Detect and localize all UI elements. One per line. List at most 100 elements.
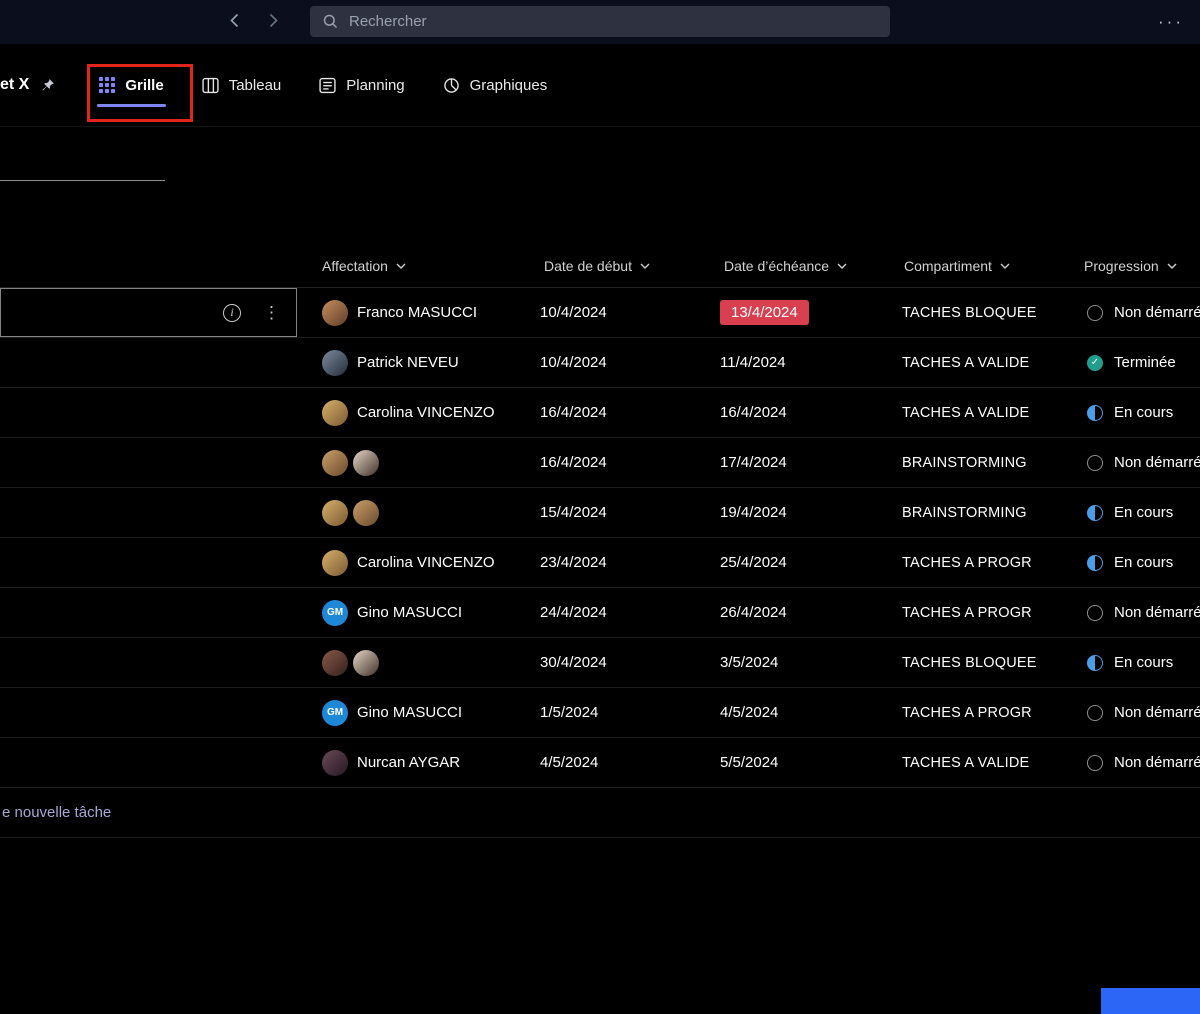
- task-name-cell[interactable]: i ⋮: [0, 338, 318, 387]
- task-name-cell[interactable]: i ⋮: [0, 588, 318, 637]
- progress-label: Non démarrée: [1114, 754, 1200, 771]
- bucket-cell[interactable]: TACHES BLOQUEE: [900, 655, 1080, 671]
- nav-buttons: [226, 0, 282, 44]
- start-date-cell[interactable]: 24/4/2024: [540, 604, 720, 621]
- due-date-cell[interactable]: 19/4/2024: [720, 504, 900, 521]
- back-button[interactable]: [226, 9, 243, 35]
- column-header-progression[interactable]: Progression: [1080, 258, 1200, 274]
- task-name-cell[interactable]: i ⋮: [0, 388, 318, 437]
- forward-button[interactable]: [265, 9, 282, 35]
- assignment-cell[interactable]: Franco MASUCCI: [318, 300, 540, 326]
- progress-label: Non démarrée: [1114, 304, 1200, 321]
- board-icon: [202, 77, 219, 94]
- due-date-cell[interactable]: 16/4/2024: [720, 404, 900, 421]
- channel-title[interactable]: et X: [0, 76, 55, 94]
- assignment-cell[interactable]: GM Gino MASUCCI: [318, 600, 540, 626]
- column-header-date-debut[interactable]: Date de début: [540, 258, 720, 274]
- task-row[interactable]: i ⋮ 15/4/2024 19/4/2024 BRAINSTORMING En…: [0, 488, 1200, 538]
- tab-grille[interactable]: Grille: [85, 61, 177, 109]
- due-date-cell[interactable]: 4/5/2024: [720, 704, 900, 721]
- bucket-cell[interactable]: BRAINSTORMING: [900, 455, 1080, 471]
- task-name-cell[interactable]: i ⋮: [0, 688, 318, 737]
- start-date-cell[interactable]: 1/5/2024: [540, 704, 720, 721]
- start-date-cell[interactable]: 16/4/2024: [540, 404, 720, 421]
- grid-view: Affectation Date de début Date d’échéanc…: [0, 127, 1200, 838]
- progress-icon: [1087, 405, 1103, 421]
- progress-cell[interactable]: En cours: [1080, 404, 1200, 421]
- start-date-cell[interactable]: 16/4/2024: [540, 454, 720, 471]
- column-header-date-echeance[interactable]: Date d’échéance: [720, 258, 900, 274]
- task-name-cell[interactable]: i ⋮: [0, 488, 318, 537]
- progress-cell[interactable]: Non démarrée: [1080, 604, 1200, 621]
- bucket-cell[interactable]: TACHES BLOQUEE: [900, 305, 1080, 321]
- task-row[interactable]: i ⋮ Carolina VINCENZO 16/4/2024 16/4/202…: [0, 388, 1200, 438]
- progress-cell[interactable]: En cours: [1080, 654, 1200, 671]
- task-name-cell[interactable]: i ⋮: [0, 288, 318, 337]
- assignment-cell[interactable]: Nurcan AYGAR: [318, 750, 540, 776]
- progress-cell[interactable]: En cours: [1080, 504, 1200, 521]
- assignment-cell[interactable]: Carolina VINCENZO: [318, 400, 540, 426]
- progress-cell[interactable]: Non démarrée: [1080, 704, 1200, 721]
- info-icon[interactable]: i: [223, 304, 241, 322]
- start-date-cell[interactable]: 23/4/2024: [540, 554, 720, 571]
- assignment-cell[interactable]: [318, 500, 540, 526]
- task-row[interactable]: i ⋮ Nurcan AYGAR 4/5/2024 5/5/2024 TACHE…: [0, 738, 1200, 788]
- tab-tableau[interactable]: Tableau: [188, 61, 296, 109]
- tab-planning[interactable]: Planning: [305, 61, 418, 109]
- task-row[interactable]: i ⋮ Franco MASUCCI 10/4/2024 13/4/2024 T…: [0, 288, 1200, 338]
- start-date-cell[interactable]: 10/4/2024: [540, 354, 720, 371]
- assignment-cell[interactable]: Patrick NEVEU: [318, 350, 540, 376]
- progress-cell[interactable]: En cours: [1080, 554, 1200, 571]
- task-row[interactable]: i ⋮ GM Gino MASUCCI 24/4/2024 26/4/2024 …: [0, 588, 1200, 638]
- due-date-cell[interactable]: 11/4/2024: [720, 354, 900, 371]
- tab-label: Planning: [346, 77, 404, 94]
- due-date-cell[interactable]: 17/4/2024: [720, 454, 900, 471]
- avatar-group: GM: [322, 600, 348, 626]
- search-input[interactable]: Rechercher: [310, 6, 890, 37]
- avatar-group: [322, 450, 379, 476]
- tab-graphiques[interactable]: Graphiques: [429, 61, 562, 109]
- assignment-cell[interactable]: Carolina VINCENZO: [318, 550, 540, 576]
- assignment-cell[interactable]: [318, 450, 540, 476]
- add-task-row[interactable]: e nouvelle tâche: [0, 788, 1200, 838]
- task-name-cell[interactable]: i ⋮: [0, 538, 318, 587]
- bucket-cell[interactable]: TACHES A VALIDE: [900, 405, 1080, 421]
- task-row[interactable]: i ⋮ 16/4/2024 17/4/2024 BRAINSTORMING No…: [0, 438, 1200, 488]
- task-name-cell[interactable]: i ⋮: [0, 738, 318, 787]
- progress-cell[interactable]: Non démarrée: [1080, 304, 1200, 321]
- progress-cell[interactable]: Non démarrée: [1080, 754, 1200, 771]
- add-task-label: e nouvelle tâche: [2, 804, 111, 821]
- column-header-compartiment[interactable]: Compartiment: [900, 258, 1080, 274]
- bucket-cell[interactable]: BRAINSTORMING: [900, 505, 1080, 521]
- bucket-cell[interactable]: TACHES A PROGR: [900, 705, 1080, 721]
- column-header-affectation[interactable]: Affectation: [318, 258, 540, 274]
- bucket-cell[interactable]: TACHES A PROGR: [900, 555, 1080, 571]
- due-date-cell[interactable]: 5/5/2024: [720, 754, 900, 771]
- due-date-cell[interactable]: 26/4/2024: [720, 604, 900, 621]
- assignment-cell[interactable]: [318, 650, 540, 676]
- task-name-cell[interactable]: i ⋮: [0, 638, 318, 687]
- due-date-value: 5/5/2024: [720, 754, 778, 771]
- start-date-cell[interactable]: 4/5/2024: [540, 754, 720, 771]
- bucket-cell[interactable]: TACHES A VALIDE: [900, 355, 1080, 371]
- start-date-cell[interactable]: 10/4/2024: [540, 304, 720, 321]
- task-row[interactable]: i ⋮ Carolina VINCENZO 23/4/2024 25/4/202…: [0, 538, 1200, 588]
- due-date-cell[interactable]: 25/4/2024: [720, 554, 900, 571]
- due-date-cell[interactable]: 13/4/2024: [720, 300, 900, 325]
- more-menu-icon[interactable]: ⋮: [263, 303, 280, 323]
- task-row[interactable]: i ⋮ 30/4/2024 3/5/2024 TACHES BLOQUEE En…: [0, 638, 1200, 688]
- task-name-cell[interactable]: i ⋮: [0, 438, 318, 487]
- column-label: Progression: [1084, 258, 1159, 274]
- due-date-cell[interactable]: 3/5/2024: [720, 654, 900, 671]
- bucket-cell[interactable]: TACHES A VALIDE: [900, 755, 1080, 771]
- task-row[interactable]: i ⋮ Patrick NEVEU 10/4/2024 11/4/2024 TA…: [0, 338, 1200, 388]
- assignment-cell[interactable]: GM Gino MASUCCI: [318, 700, 540, 726]
- start-date-cell[interactable]: 30/4/2024: [540, 654, 720, 671]
- bucket-cell[interactable]: TACHES A PROGR: [900, 605, 1080, 621]
- progress-cell[interactable]: Non démarrée: [1080, 454, 1200, 471]
- task-row[interactable]: i ⋮ GM Gino MASUCCI 1/5/2024 4/5/2024 TA…: [0, 688, 1200, 738]
- chevron-left-icon: [230, 13, 239, 31]
- progress-cell[interactable]: ✓ Terminée: [1080, 354, 1200, 371]
- start-date-cell[interactable]: 15/4/2024: [540, 504, 720, 521]
- more-options-button[interactable]: ···: [1158, 0, 1184, 44]
